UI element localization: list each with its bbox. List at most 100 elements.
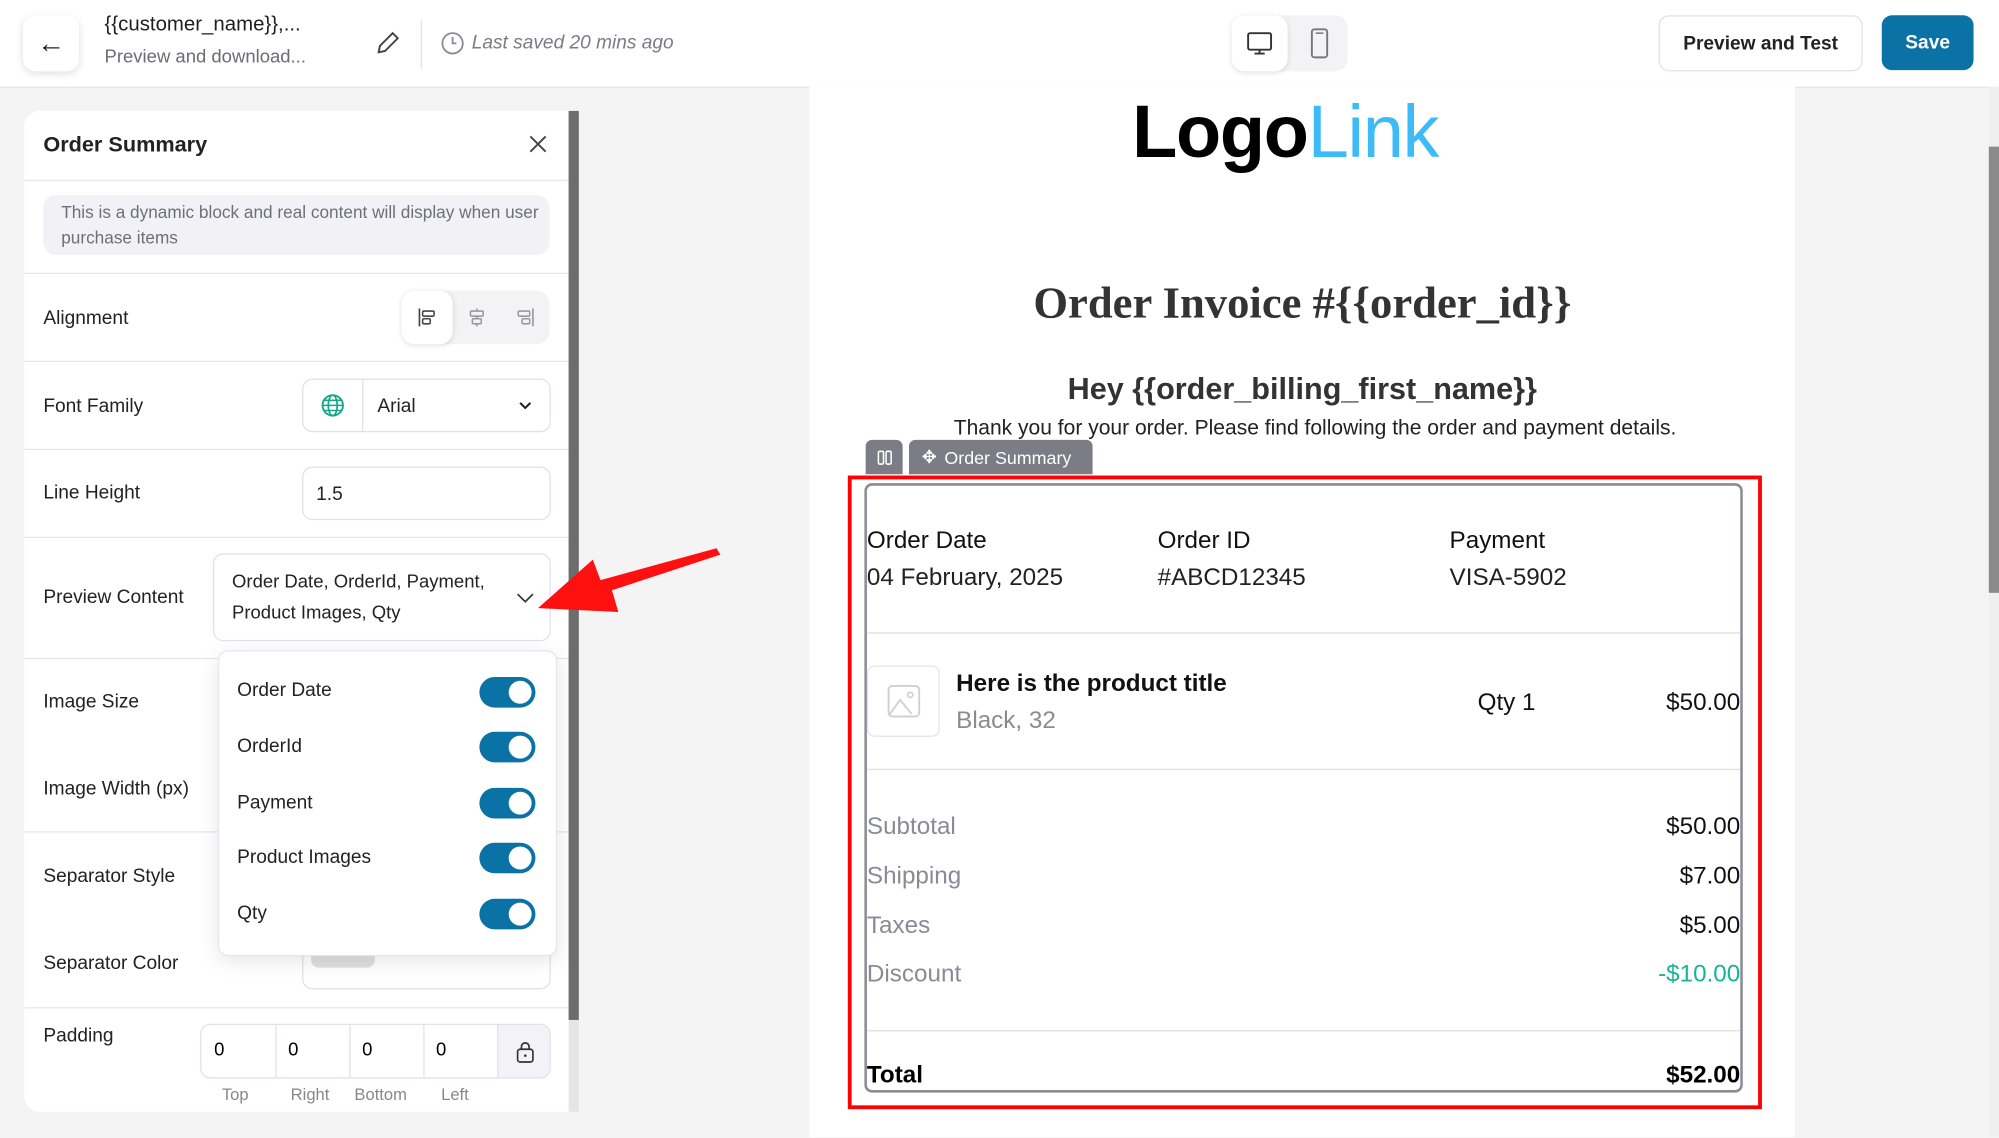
padding-bottom-value: 0: [362, 1040, 373, 1061]
order-id-label: Order ID: [1157, 527, 1251, 555]
align-right-icon: [517, 308, 534, 327]
line-height-label: Line Height: [43, 481, 141, 504]
product-price: $50.00: [1666, 689, 1741, 717]
font-family-select[interactable]: Arial: [302, 378, 551, 433]
preview-content-value: Order Date, OrderId, Payment, Product Im…: [232, 572, 485, 624]
intro-text: Thank you for your order. Please find fo…: [953, 416, 1677, 440]
divider: [24, 536, 569, 539]
globe-icon: [303, 379, 364, 431]
image-icon: [887, 684, 920, 718]
option-product-images-label: Product Images: [237, 846, 372, 869]
font-family-value: Arial: [377, 395, 416, 417]
monitor-icon: [1247, 32, 1273, 55]
product-qty: Qty 1: [1477, 689, 1536, 717]
payment-value: VISA-5902: [1449, 564, 1567, 592]
divider: [24, 179, 569, 182]
discount-value: -$10.00: [1658, 961, 1741, 989]
separator-color-label: Separator Color: [43, 952, 179, 975]
padding-lock-button[interactable]: [498, 1025, 550, 1078]
preview-content-select[interactable]: Order Date, OrderId, Payment, Product Im…: [212, 553, 551, 642]
padding-left-input[interactable]: 0: [423, 1025, 499, 1078]
line-height-value: 1.5: [316, 483, 343, 505]
subtotal-value: $50.00: [1666, 813, 1741, 841]
taxes-label: Taxes: [866, 912, 931, 940]
pencil-icon[interactable]: [374, 29, 402, 63]
padding-top-input[interactable]: 0: [201, 1025, 277, 1078]
payment-label: Payment: [1449, 527, 1546, 555]
option-qty-toggle[interactable]: [479, 898, 536, 930]
template-subtitle: Preview and download...: [104, 47, 306, 68]
padding-bottom-input[interactable]: 0: [349, 1025, 425, 1078]
annotation-arrow-icon: [538, 548, 721, 612]
total-label: Total: [866, 1061, 924, 1089]
desktop-view-button[interactable]: [1231, 15, 1288, 72]
option-orderid-toggle[interactable]: [479, 731, 536, 763]
columns-icon: [877, 449, 892, 465]
shipping-label: Shipping: [866, 863, 962, 890]
padding-right-label: Right: [290, 1084, 330, 1105]
padding-bottom-label: Bottom: [354, 1084, 407, 1105]
padding-label: Padding: [43, 1025, 114, 1047]
settings-panel: Order Summary This is a dynamic block an…: [24, 110, 569, 1112]
product-title: Here is the product title: [956, 670, 1227, 698]
last-saved-status: Last saved 20 mins ago: [471, 31, 674, 54]
taxes-value: $5.00: [1679, 912, 1741, 940]
option-qty-label: Qty: [237, 902, 267, 925]
option-payment-label: Payment: [237, 791, 313, 814]
divider: [24, 1007, 569, 1009]
shipping-value: $7.00: [1679, 863, 1741, 890]
save-button[interactable]: Save: [1881, 15, 1974, 71]
column-handle-button[interactable]: [865, 439, 903, 475]
option-order-date-label: Order Date: [237, 679, 332, 702]
back-button[interactable]: ←: [22, 15, 80, 72]
align-left-button[interactable]: [401, 290, 453, 345]
canvas-scrollbar-thumb[interactable]: [1988, 146, 1999, 593]
padding-right-input[interactable]: 0: [275, 1025, 351, 1078]
separator: [866, 768, 1741, 771]
arrow-left-icon: ←: [36, 26, 66, 59]
align-center-button[interactable]: [453, 291, 501, 345]
padding-left-value: 0: [436, 1040, 447, 1061]
divider: [420, 20, 422, 69]
product-variant: Black, 32: [956, 707, 1056, 735]
alignment-group: [401, 290, 550, 345]
product-image-placeholder: [866, 665, 940, 737]
padding-right-value: 0: [288, 1040, 299, 1061]
option-product-images-toggle[interactable]: [479, 842, 536, 874]
line-height-input[interactable]: 1.5: [302, 466, 551, 521]
align-right-button[interactable]: [501, 291, 549, 345]
image-size-label: Image Size: [43, 690, 140, 713]
preview-and-test-button[interactable]: Preview and Test: [1658, 15, 1863, 72]
subtotal-label: Subtotal: [866, 813, 956, 841]
mobile-view-button[interactable]: [1291, 15, 1347, 71]
align-center-icon: [469, 308, 484, 327]
preview-content-label: Preview Content: [43, 586, 184, 609]
option-orderid-label: OrderId: [237, 735, 302, 758]
discount-label: Discount: [866, 961, 962, 989]
divider: [24, 272, 569, 275]
clock-icon: [440, 31, 465, 63]
alignment-label: Alignment: [43, 307, 129, 329]
font-family-label: Font Family: [43, 395, 144, 417]
close-icon[interactable]: [525, 131, 550, 163]
order-date-label: Order Date: [866, 527, 987, 555]
phone-icon: [1310, 28, 1329, 59]
device-toggle: [1231, 15, 1348, 72]
padding-left-label: Left: [441, 1084, 469, 1105]
block-tag-label: Order Summary: [944, 446, 1072, 468]
block-tag[interactable]: ✥ Order Summary: [909, 439, 1093, 475]
panel-title: Order Summary: [43, 132, 208, 157]
greeting: Hey {{order_billing_first_name}}: [1067, 372, 1537, 407]
separator: [866, 1030, 1741, 1032]
dynamic-block-info: This is a dynamic block and real content…: [43, 195, 550, 255]
divider: [24, 448, 569, 451]
lock-icon: [516, 1041, 534, 1063]
option-order-date-toggle[interactable]: [479, 676, 536, 708]
option-payment-toggle[interactable]: [479, 787, 536, 819]
separator: [866, 632, 1741, 634]
order-summary-block[interactable]: Order Date 04 February, 2025 Order ID #A…: [864, 483, 1743, 1093]
padding-top-label: Top: [221, 1084, 249, 1105]
invoice-title: Order Invoice #{{order_id}}: [1033, 277, 1572, 328]
divider: [24, 360, 569, 363]
image-width-label: Image Width (px): [43, 777, 189, 800]
